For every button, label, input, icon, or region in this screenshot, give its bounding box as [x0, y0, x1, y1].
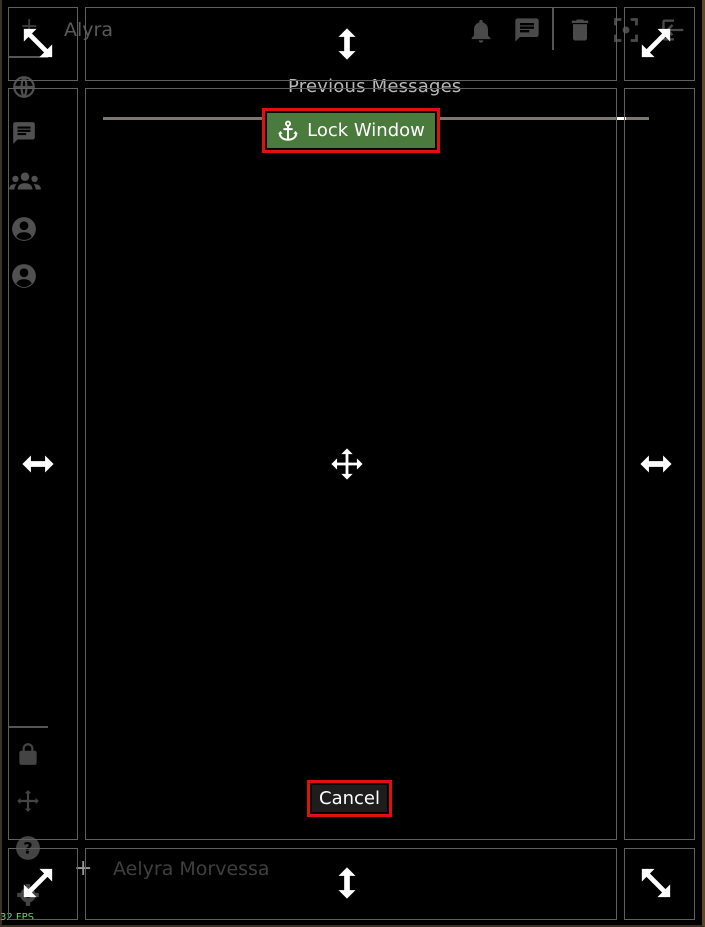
- resize-horizontal-left-icon[interactable]: [21, 447, 55, 481]
- resize-diagonal-se-icon[interactable]: [639, 866, 673, 900]
- resize-horizontal-right-icon[interactable]: [639, 447, 673, 481]
- lock-window-label: Lock Window: [307, 120, 425, 141]
- resize-diagonal-nw-icon[interactable]: [21, 26, 55, 60]
- resize-vertical-bottom-icon[interactable]: [330, 866, 364, 900]
- cancel-button[interactable]: Cancel: [307, 780, 392, 817]
- cancel-button-body[interactable]: Cancel: [312, 785, 387, 812]
- anchor-icon: [278, 120, 299, 141]
- move-arrows-icon[interactable]: [330, 447, 364, 481]
- resize-diagonal-sw-icon[interactable]: [21, 866, 55, 900]
- cancel-label: Cancel: [319, 788, 380, 809]
- lock-window-button[interactable]: Lock Window: [262, 108, 440, 153]
- lock-window-button-body[interactable]: Lock Window: [267, 113, 435, 148]
- resize-vertical-top-icon[interactable]: [330, 27, 364, 61]
- resize-diagonal-ne-icon[interactable]: [639, 26, 673, 60]
